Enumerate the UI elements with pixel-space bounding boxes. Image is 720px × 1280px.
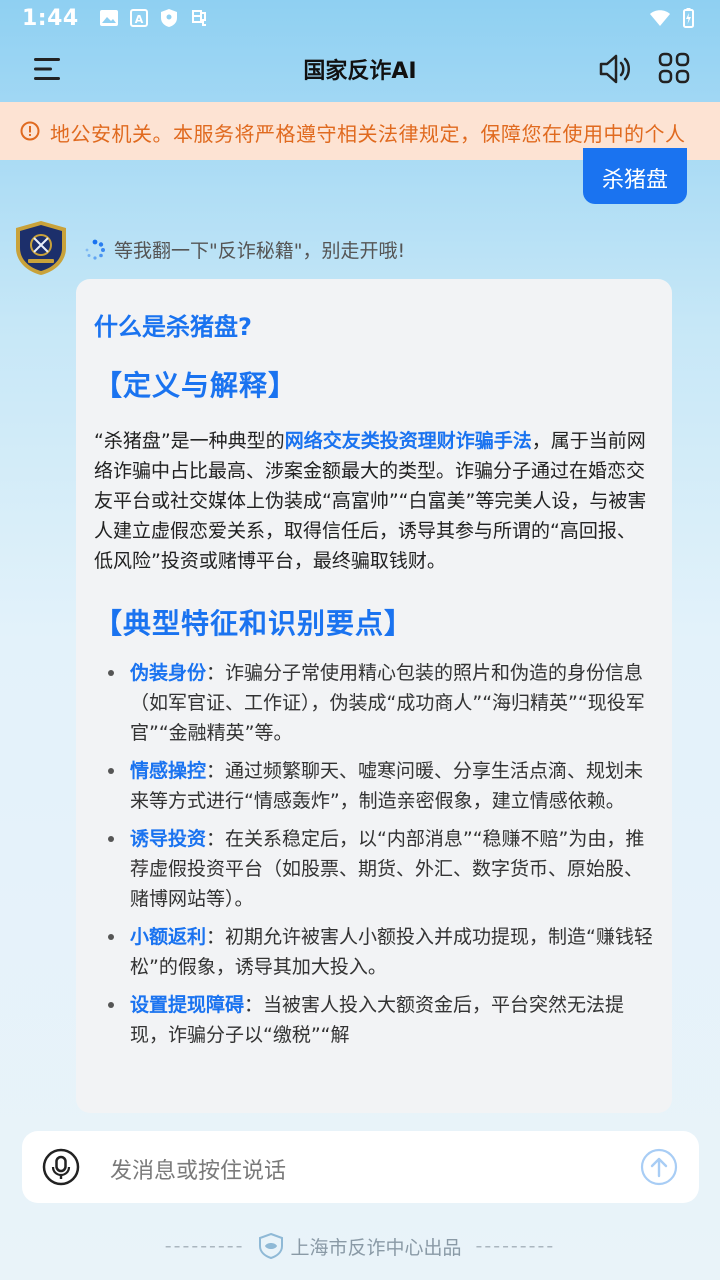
footer-divider-right: --------- <box>475 1235 556 1257</box>
notice-text: 地公安机关。本服务将严格遵守相关法律规定，保障您在使用中的个人 <box>50 122 686 146</box>
battery-icon <box>683 8 694 28</box>
app-bar: 国家反诈AI <box>0 36 720 102</box>
feature-list: 伪装身份：诈骗分子常使用精心包装的照片和伪造的身份信息（如军官证、工作证），伪装… <box>94 658 654 1050</box>
list-item: 小额返利：初期允许被害人小额投入并成功提现，制造“赚钱轻松”的假象，诱导其加大投… <box>108 922 654 982</box>
assistant-answer-card: 什么是杀猪盘? 【定义与解释】 “杀猪盘”是一种典型的网络交友类投资理财诈骗手法… <box>76 279 672 1113</box>
gallery-icon <box>99 10 118 26</box>
message-input-placeholder[interactable]: 发消息或按住说话 <box>110 1153 286 1185</box>
feature-desc: ：初期允许被害人小额投入并成功提现，制造“赚钱轻松”的假象，诱导其加大投入。 <box>130 926 653 978</box>
status-time: 1:44 <box>22 5 79 31</box>
bug-icon <box>191 10 206 26</box>
warning-icon <box>20 121 40 141</box>
footer-brand: 上海市反诈中心出品 <box>258 1233 462 1260</box>
thinking-text: 等我翻一下"反诈秘籍"，别走开哦! <box>114 240 406 262</box>
app-title: 国家反诈AI <box>303 59 417 84</box>
list-item: 设置提现障碍：当被害人投入大额资金后，平台突然无法提现，诈骗分子以“缴税”“解 <box>108 990 654 1050</box>
footer-divider-left: --------- <box>164 1235 245 1257</box>
send-arrow-icon[interactable] <box>640 1148 678 1186</box>
grid-apps-icon[interactable] <box>658 52 690 84</box>
feature-term: 伪装身份 <box>130 662 207 684</box>
speaker-icon[interactable] <box>598 52 634 86</box>
status-bar: 1:44 A <box>0 0 720 36</box>
definition-paragraph: “杀猪盘”是一种典型的网络交友类投资理财诈骗手法，属于当前网络诈骗中占比最高、涉… <box>94 426 654 576</box>
feature-desc: ：通过频繁聊天、嘘寒问暖、分享生活点滴、规划未来等方式进行“情感轰炸”，制造亲密… <box>130 760 644 812</box>
feature-desc: ：诈骗分子常使用精心包装的照片和伪造的身份信息（如军官证、工作证），伪装成“成功… <box>130 662 645 744</box>
list-item: 诱导投资：在关系稳定后，以“内部消息”“稳赚不赔”为由，推荐虚假投资平台（如股票… <box>108 824 654 914</box>
anti-fraud-center-logo-icon <box>259 1233 284 1259</box>
user-message-text: 杀猪盘 <box>601 168 668 193</box>
section-title-definition: 【定义与解释】 <box>94 369 298 402</box>
definition-text-1: “杀猪盘”是一种典型的 <box>94 430 285 452</box>
wifi-icon <box>650 10 670 26</box>
menu-icon[interactable] <box>34 56 62 82</box>
thinking-status: 等我翻一下"反诈秘籍"，别走开哦! <box>84 236 405 263</box>
feature-term: 小额返利 <box>130 926 207 948</box>
feature-term: 诱导投资 <box>130 828 207 850</box>
font-app-icon: A <box>129 9 148 27</box>
section-title-features: 【典型特征和识别要点】 <box>94 607 414 640</box>
microphone-icon[interactable] <box>42 1148 80 1186</box>
police-badge-avatar <box>16 221 66 275</box>
footer-text: 上海市反诈中心出品 <box>290 1236 462 1259</box>
loading-spinner-icon <box>85 239 105 260</box>
list-item: 情感操控：通过频繁聊天、嘘寒问暖、分享生活点滴、规划未来等方式进行“情感轰炸”，… <box>108 756 654 816</box>
answer-heading: 什么是杀猪盘? <box>94 313 252 341</box>
definition-highlight: 网络交友类投资理财诈骗手法 <box>284 430 532 452</box>
list-item: 伪装身份：诈骗分子常使用精心包装的照片和伪造的身份信息（如军官证、工作证），伪装… <box>108 658 654 748</box>
user-message-bubble: 杀猪盘 <box>583 148 687 204</box>
feature-desc: ：在关系稳定后，以“内部消息”“稳赚不赔”为由，推荐虚假投资平台（如股票、期货、… <box>130 828 645 910</box>
feature-term: 设置提现障碍 <box>130 994 245 1016</box>
message-input-bar[interactable]: 发消息或按住说话 <box>22 1131 699 1203</box>
shield-icon <box>160 9 177 27</box>
svg-text:A: A <box>134 13 143 26</box>
feature-term: 情感操控 <box>130 760 207 782</box>
footer: --------- 上海市反诈中心出品 --------- <box>0 1230 720 1262</box>
